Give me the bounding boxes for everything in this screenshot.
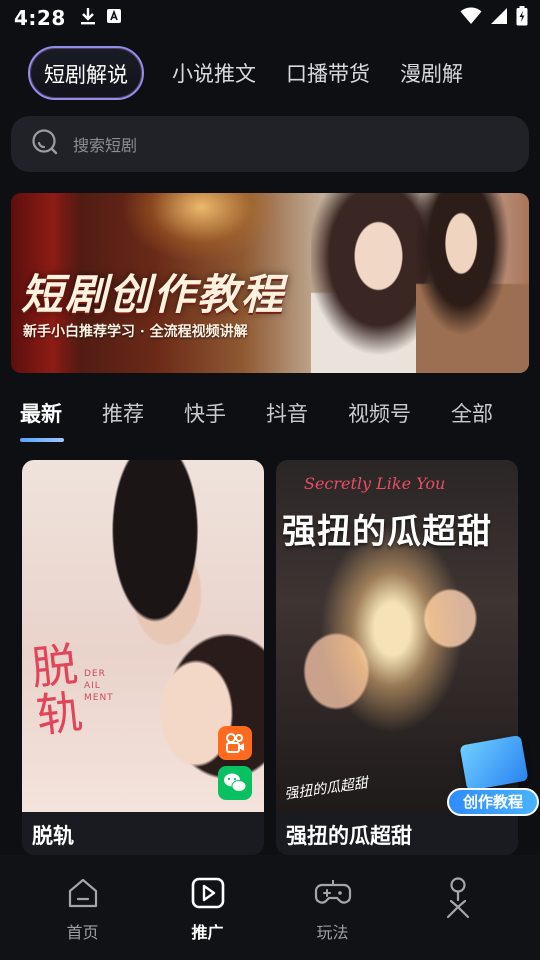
search-bar[interactable]: 搜索短剧 <box>11 116 529 172</box>
tab-latest[interactable]: 最新 <box>20 398 64 444</box>
poster-title: 脱 轨 <box>28 636 86 744</box>
tab-all[interactable]: 全部 <box>451 398 493 444</box>
search-icon <box>31 128 59 160</box>
drama-poster: 脱 轨 DER AIL MENT <box>22 460 264 812</box>
drama-title: 强扭的瓜超甜 <box>286 824 412 848</box>
banner-subtitle: 新手小白推荐学习 · 全流程视频讲解 <box>23 324 248 340</box>
nav-home[interactable]: 首页 <box>28 855 138 960</box>
nav-home-label: 首页 <box>66 923 99 942</box>
tab-voiceover-sales[interactable]: 口播带货 <box>284 58 372 88</box>
wechat-icon <box>218 766 252 800</box>
status-system-icons <box>460 6 528 30</box>
app-notification-icon <box>106 8 122 28</box>
battery-icon <box>516 6 528 30</box>
play-icon <box>191 877 225 913</box>
nav-gameplay[interactable]: 玩法 <box>278 855 388 960</box>
top-category-tabs: 短剧解说 小说推文 口播带货 漫剧解 <box>0 44 540 102</box>
tab-short-drama-commentary[interactable]: 短剧解说 <box>28 46 144 100</box>
profile-icon <box>442 877 474 925</box>
download-icon <box>80 7 96 29</box>
creation-tutorial-label: 创作教程 <box>447 788 539 816</box>
drama-card[interactable]: 脱 轨 DER AIL MENT 脱轨 <box>22 460 264 855</box>
active-tab-indicator <box>20 438 64 442</box>
poster-title: 强扭的瓜超甜 <box>282 512 492 552</box>
poster-handwriting: 强扭的瓜超甜 <box>283 775 369 803</box>
bottom-navigation: 首页 推广 玩法 <box>0 855 540 960</box>
tab-recommended[interactable]: 推荐 <box>102 398 144 444</box>
status-time: 4:28 <box>14 6 66 30</box>
signal-icon <box>490 7 508 29</box>
status-notifications <box>80 7 122 29</box>
tab-video-channel[interactable]: 视频号 <box>348 398 411 444</box>
tab-comic-drama[interactable]: 漫剧解 <box>398 58 465 88</box>
nav-gameplay-label: 玩法 <box>316 923 349 942</box>
tab-novel-promotion[interactable]: 小说推文 <box>170 58 258 88</box>
tab-latest-label: 最新 <box>20 402 62 426</box>
tutorial-banner[interactable]: 短剧创作教程 新手小白推荐学习 · 全流程视频讲解 <box>11 193 529 373</box>
tab-douyin[interactable]: 抖音 <box>266 398 308 444</box>
search-input[interactable]: 搜索短剧 <box>73 132 137 156</box>
wifi-icon <box>460 7 482 29</box>
banner-actor-art <box>416 193 529 373</box>
banner-chandelier-art <box>121 193 281 263</box>
nav-promote-label: 推广 <box>191 923 224 942</box>
nav-promote[interactable]: 推广 <box>153 855 263 960</box>
poster-script-text: Secretly Like You <box>304 474 446 493</box>
creation-tutorial-button[interactable]: 创作教程 <box>447 734 539 818</box>
gamepad-icon <box>314 877 352 913</box>
poster-tag: DER AIL MENT <box>84 669 114 703</box>
platform-filter-tabs: 最新 推荐 快手 抖音 视频号 全部 <box>0 398 540 448</box>
drama-title: 脱轨 <box>32 824 74 848</box>
banner-title: 短剧创作教程 <box>21 270 286 319</box>
kuaishou-icon <box>218 726 252 760</box>
nav-profile[interactable] <box>403 855 513 960</box>
home-icon <box>66 877 100 913</box>
book-icon <box>459 734 529 792</box>
tab-kuaishou[interactable]: 快手 <box>184 398 226 444</box>
status-bar: 4:28 <box>0 0 540 36</box>
